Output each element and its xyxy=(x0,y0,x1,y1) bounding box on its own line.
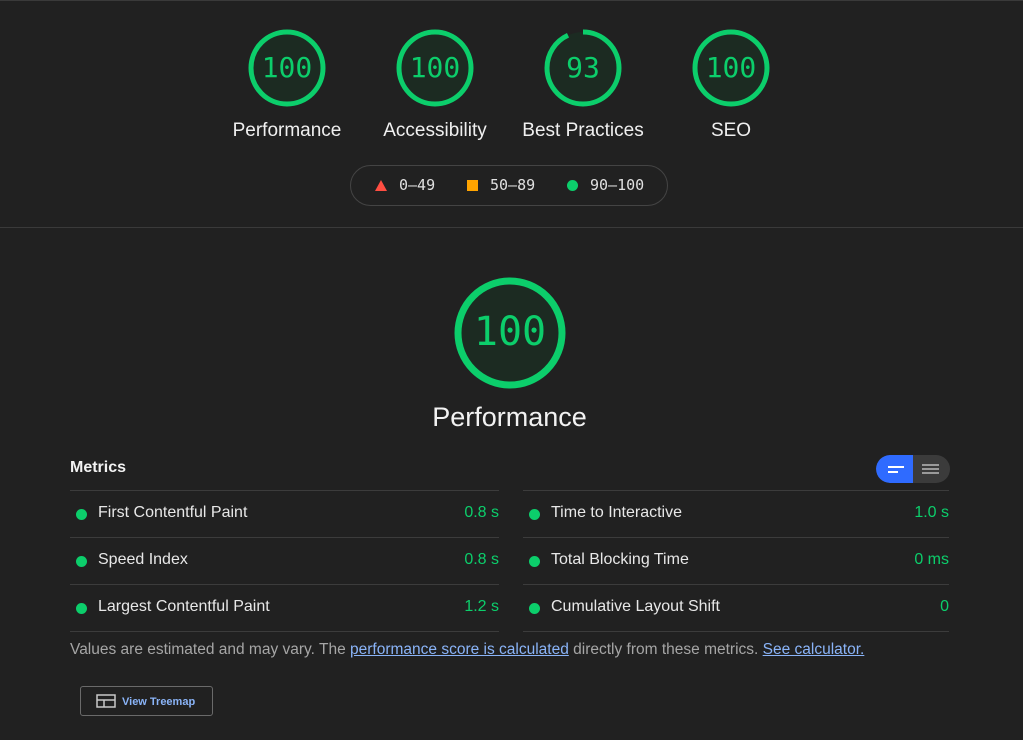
metrics-column-left: First Contentful Paint 0.8 s Speed Index… xyxy=(70,490,499,632)
pass-icon xyxy=(76,556,87,567)
gauge-performance[interactable]: 100 Performance xyxy=(213,28,361,142)
metric-value: 0 xyxy=(940,598,949,615)
metric-row: First Contentful Paint 0.8 s xyxy=(70,490,499,537)
metric-row: Total Blocking Time 0 ms xyxy=(523,537,949,584)
metric-row: Time to Interactive 1.0 s xyxy=(523,490,949,537)
metric-name: First Contentful Paint xyxy=(98,504,248,521)
gauge-ring: 100 xyxy=(247,28,327,108)
metric-value: 0.8 s xyxy=(464,504,499,521)
section-divider xyxy=(0,227,1023,228)
view-treemap-label: View Treemap xyxy=(122,696,196,708)
metric-row: Largest Contentful Paint 1.2 s xyxy=(70,584,499,632)
gauge-label: Performance xyxy=(232,120,342,141)
gauge-best-practices[interactable]: 93 Best Practices xyxy=(509,28,657,142)
pass-icon xyxy=(76,603,87,614)
metric-row: Speed Index 0.8 s xyxy=(70,537,499,584)
gauge-label: Accessibility xyxy=(383,120,487,141)
gauge-score: 93 xyxy=(566,51,600,84)
gauge-score: 100 xyxy=(261,51,313,84)
legend-fail: 0–49 xyxy=(399,176,436,194)
gauge-ring: 100 xyxy=(395,28,475,108)
metric-name: Largest Contentful Paint xyxy=(98,598,270,615)
metrics-heading: Metrics xyxy=(70,459,127,476)
pass-icon xyxy=(76,509,87,520)
category-gauge: 100 xyxy=(453,276,567,390)
score-calculated-link[interactable]: performance score is calculated xyxy=(350,641,569,658)
gauge-seo[interactable]: 100 SEO xyxy=(657,28,805,142)
pass-icon xyxy=(529,556,540,567)
metrics-column-right: Time to Interactive 1.0 s Total Blocking… xyxy=(523,490,949,632)
metrics-view-toggle[interactable] xyxy=(876,455,950,483)
treemap-icon xyxy=(96,694,116,708)
note-middle: directly from these metrics. xyxy=(568,641,759,658)
square-icon xyxy=(467,180,478,191)
score-legend: 0–49 50–89 90–100 xyxy=(350,165,668,206)
gauge-score: 100 xyxy=(409,51,461,84)
top-border xyxy=(0,0,1023,1)
gauge-ring: 100 xyxy=(691,28,771,108)
metric-name: Cumulative Layout Shift xyxy=(551,598,720,615)
metric-value: 1.2 s xyxy=(464,598,499,615)
score-gauges: 100 Performance 100 Accessibility 93 Bes… xyxy=(0,28,1023,148)
legend-average: 50–89 xyxy=(490,176,536,194)
gauge-accessibility[interactable]: 100 Accessibility xyxy=(361,28,509,142)
view-treemap-button[interactable]: View Treemap xyxy=(80,686,213,716)
metric-value: 1.0 s xyxy=(914,504,949,521)
metric-value: 0.8 s xyxy=(464,551,499,568)
metric-row: Cumulative Layout Shift 0 xyxy=(523,584,949,632)
gauge-ring: 93 xyxy=(543,28,623,108)
metric-name: Total Blocking Time xyxy=(551,551,689,568)
gauge-label: Best Practices xyxy=(522,120,644,141)
metrics-note: Values are estimated and may vary. The p… xyxy=(70,641,864,659)
pass-icon xyxy=(529,603,540,614)
triangle-icon xyxy=(375,180,387,191)
summary-view-button[interactable] xyxy=(876,455,913,483)
legend-pass: 90–100 xyxy=(590,176,645,194)
gauge-score: 100 xyxy=(705,51,757,84)
metric-value: 0 ms xyxy=(914,551,949,568)
note-prefix: Values are estimated and may vary. The xyxy=(70,641,350,658)
metric-name: Speed Index xyxy=(98,551,188,568)
pass-icon xyxy=(529,509,540,520)
category-score: 100 xyxy=(473,309,547,355)
list-view-button[interactable] xyxy=(913,455,950,483)
circle-icon xyxy=(567,180,578,191)
category-title: Performance xyxy=(432,402,587,432)
gauge-label: SEO xyxy=(710,120,752,141)
see-calculator-link[interactable]: See calculator. xyxy=(763,641,865,658)
metric-name: Time to Interactive xyxy=(551,504,683,521)
